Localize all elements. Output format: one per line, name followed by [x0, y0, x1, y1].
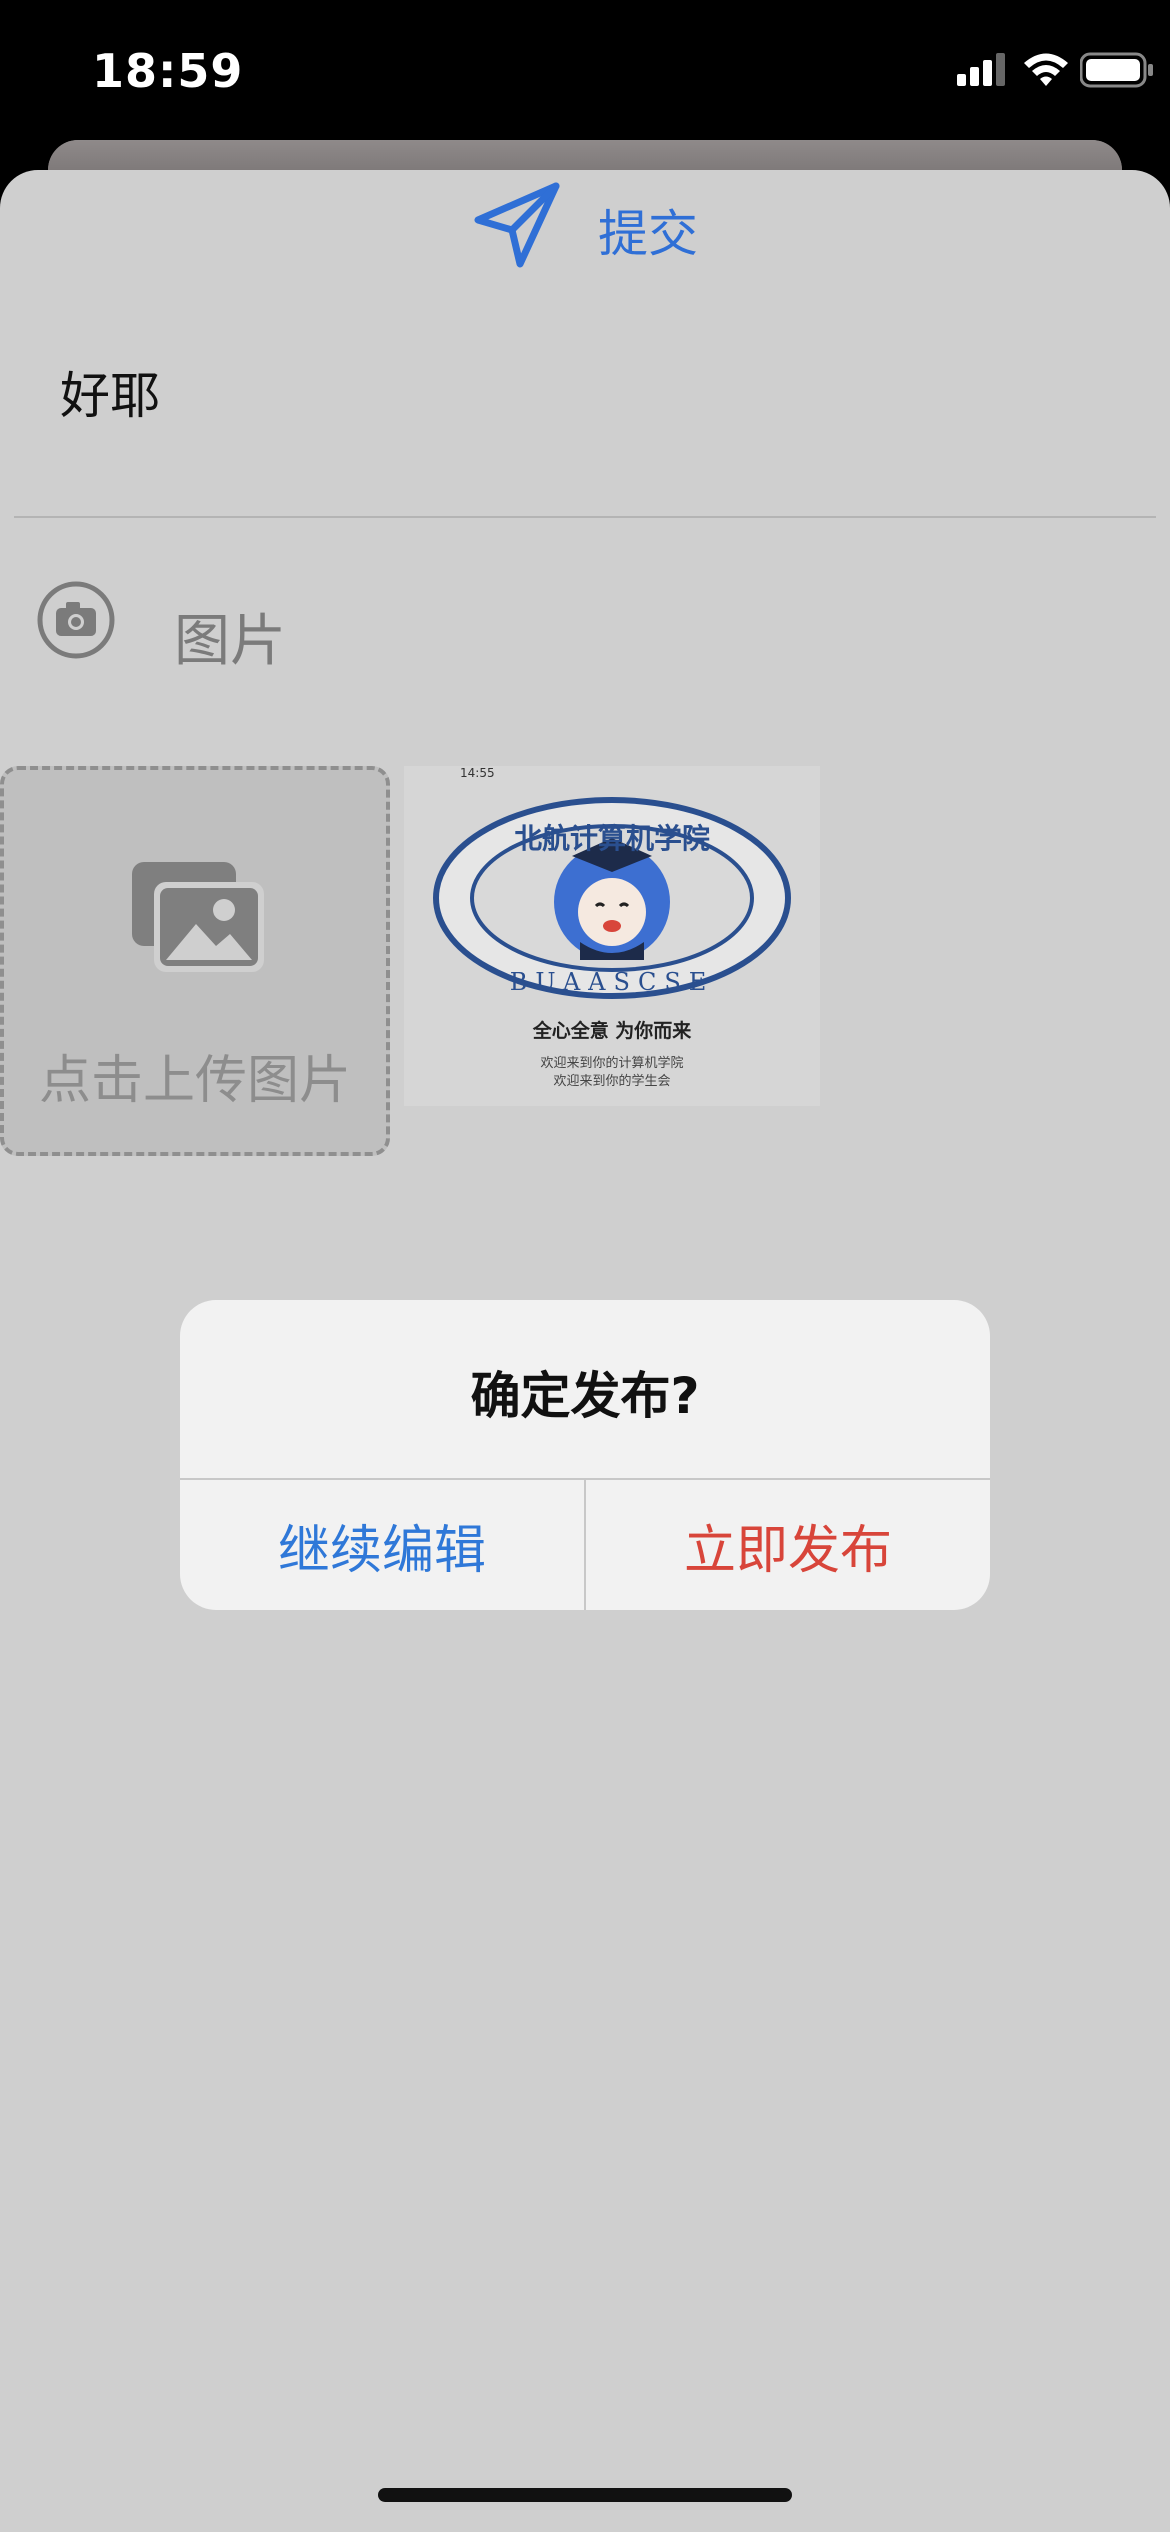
- post-sheet: 提交 好耶 图片 点击上传图片 14:55 北航计算机学院 BUAASCSE 全…: [0, 170, 1170, 2532]
- status-bar: 18:59: [0, 0, 1170, 150]
- logo-ring-bottom-text: BUAASCSE: [510, 968, 715, 996]
- continue-editing-button[interactable]: 继续编辑: [180, 1480, 584, 1610]
- publish-now-button[interactable]: 立即发布: [586, 1480, 990, 1610]
- uploaded-image-thumbnail[interactable]: 14:55 北航计算机学院 BUAASCSE 全心全意 为你而来 欢迎来到你的计…: [404, 766, 820, 1106]
- image-section-header: 图片: [0, 580, 1170, 680]
- wifi-icon: [1024, 53, 1068, 86]
- signal-icon: [957, 53, 1005, 86]
- send-icon: [474, 182, 560, 268]
- submit-bar: 提交: [0, 170, 1170, 290]
- home-indicator[interactable]: [378, 2488, 792, 2502]
- submit-button[interactable]: 提交: [470, 176, 710, 286]
- status-time: 18:59: [92, 44, 244, 98]
- dialog-title: 确定发布?: [470, 1367, 700, 1425]
- post-text-field[interactable]: 好耶: [60, 356, 160, 428]
- battery-icon: [1080, 52, 1153, 88]
- thumbnail-status-time: 14:55: [460, 766, 495, 780]
- confirm-publish-dialog: 确定发布? 继续编辑 立即发布: [180, 1300, 990, 1610]
- upload-image-button[interactable]: 点击上传图片: [0, 766, 390, 1156]
- logo-ring-top-text: 北航计算机学院: [514, 822, 710, 855]
- thumbnail-slogan: 全心全意 为你而来: [532, 1020, 692, 1042]
- image-section-label: 图片: [174, 609, 286, 674]
- divider: [14, 516, 1156, 518]
- upload-label: 点击上传图片: [38, 1051, 351, 1111]
- submit-label: 提交: [598, 205, 698, 263]
- camera-icon: [37, 581, 115, 659]
- thumbnail-line-2: 欢迎来到你的学生会: [553, 1074, 671, 1089]
- college-logo-image: 北航计算机学院 BUAASCSE: [433, 797, 791, 999]
- thumbnail-line-1: 欢迎来到你的计算机学院: [540, 1056, 684, 1071]
- gallery-icon: [132, 862, 264, 972]
